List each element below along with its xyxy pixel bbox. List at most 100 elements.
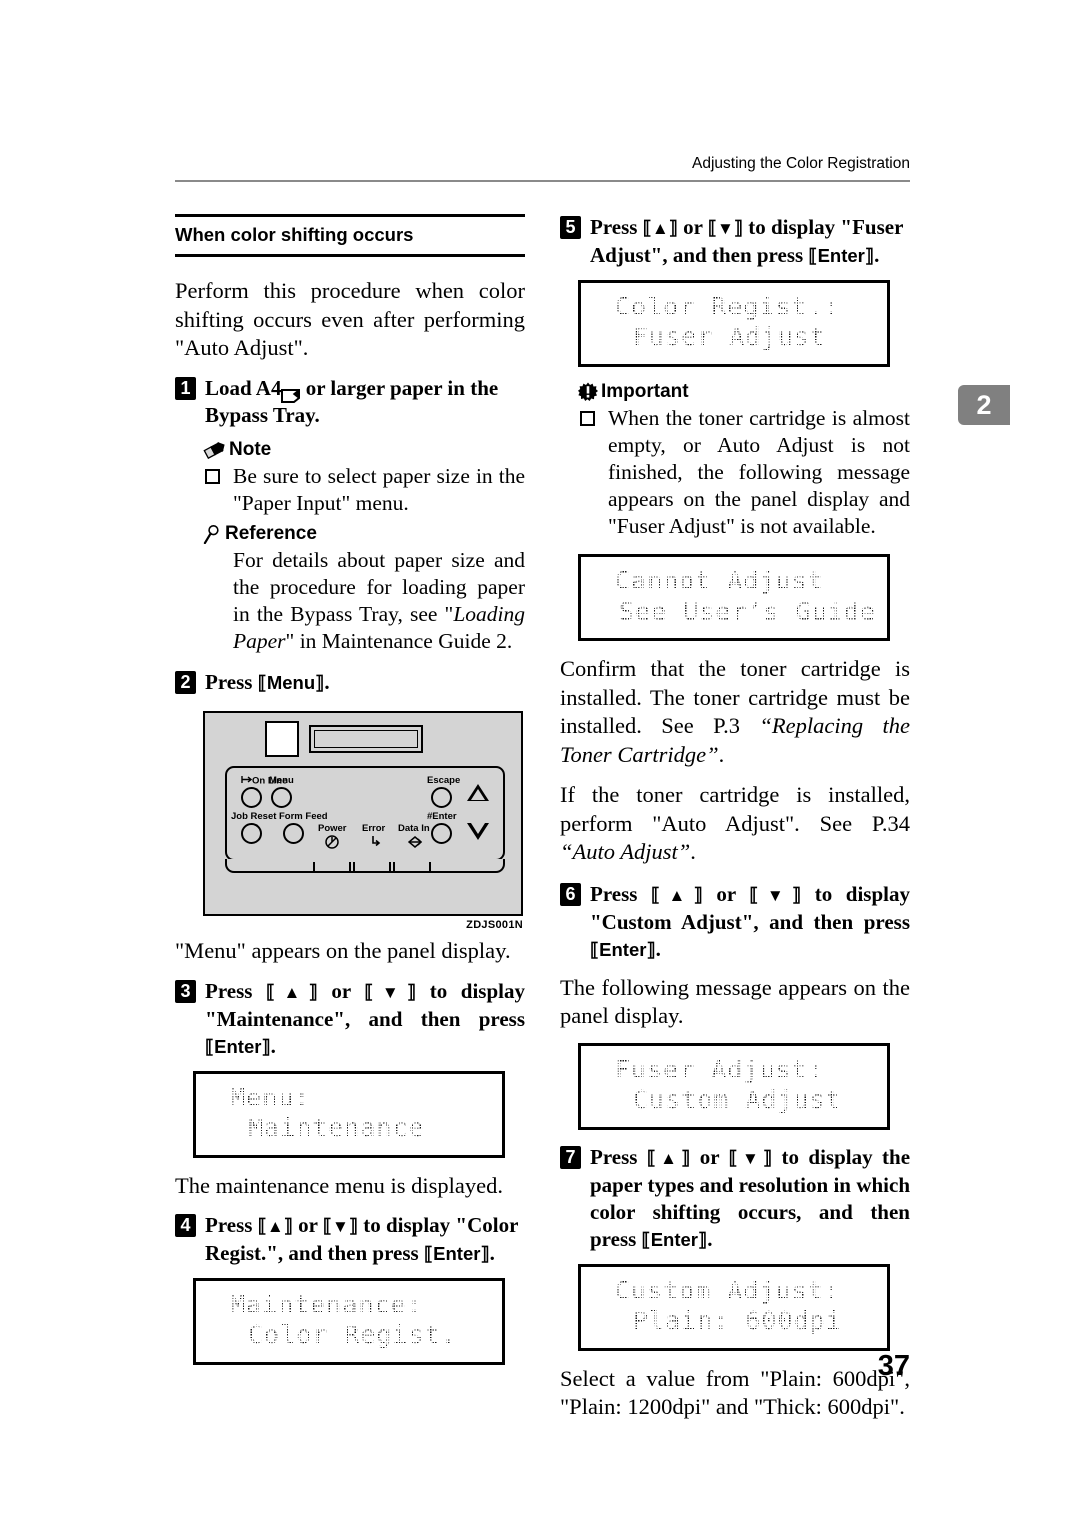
important-block: Important When the toner cartridge is al… (578, 381, 910, 540)
note-title-row: Note (203, 439, 525, 461)
if-italic: “Auto Adjust” (560, 839, 691, 865)
lcd-line-1: Color Regist.: (615, 291, 840, 321)
chapter-tab: 2 (958, 385, 1010, 425)
step-number: 6 (560, 883, 581, 907)
enter-keycap: ⟦Enter⟧ (205, 1035, 271, 1058)
up-keycap: ⟦▲⟧ (642, 219, 678, 239)
data-diamond-icon (407, 835, 424, 854)
paragraph-if-installed: If the toner cartridge is installed, per… (560, 781, 910, 867)
step-number: 4 (175, 1214, 196, 1238)
step-5: 5 Press ⟦▲⟧ or ⟦▼⟧ to display "Fuser Adju… (560, 214, 910, 270)
up-arrow-icon: ▲ (275, 982, 309, 1002)
down-keycap: ⟦▼⟧ (322, 1217, 358, 1238)
note-title: Note (229, 438, 272, 460)
menu-button[interactable] (265, 721, 299, 758)
step-number: 3 (175, 979, 196, 1003)
down-keycap: ⟦▼⟧ (728, 1148, 773, 1169)
step-4: 4 Press ⟦▲⟧ or ⟦▼⟧ to display "Color Regi… (175, 1212, 525, 1268)
important-bullet-text: When the toner cartridge is almost empty… (608, 405, 910, 539)
reference-title: Reference (225, 523, 317, 544)
lcd-fuser-custom: Fuser Adjust: Custom Adjust (578, 1042, 890, 1130)
up-keycap: ⟦▲⟧ (257, 1217, 293, 1238)
enter-key-label: Enter (817, 244, 865, 266)
step-6-result: The following message appears on the pan… (560, 974, 910, 1029)
important-title: Important (601, 380, 689, 402)
reference-title-row: Reference (203, 523, 525, 545)
step-3-text-after: . (270, 1033, 276, 1058)
lcd-line-2: Color Regist. (248, 1320, 457, 1350)
down-arrow-icon: ▼ (758, 886, 792, 906)
lcd-maintenance-color-regist: Maintenance: Color Regist. (193, 1277, 505, 1365)
figure-caption: ZDJS001N (466, 919, 523, 932)
reference-text-part2: " in Maintenance Guide 2. (285, 629, 513, 654)
step-5-text-before: Press (590, 215, 643, 239)
down-keycap: ⟦▼⟧ (749, 886, 802, 907)
enter-key-label: Enter (599, 938, 647, 960)
page-number: 37 (877, 1350, 910, 1382)
lcd-line-1: Menu: (230, 1082, 311, 1112)
lcd-cannot-adjust: Cannot Adjust See User’s Guide (578, 554, 890, 642)
down-keycap: ⟦▼⟧ (364, 982, 417, 1003)
left-column: When color shifting occurs Perform this … (175, 214, 525, 1379)
step-5-or: or (677, 215, 708, 239)
step-2: 2 Press ⟦Menu⟧. (175, 669, 525, 697)
step-2-text-before: Press (205, 670, 258, 695)
enter-key-label: Enter (433, 1242, 481, 1264)
up-arrow-icon: ▲ (660, 886, 694, 906)
step-2-text-after: . (324, 670, 330, 695)
up-keycap: ⟦▲⟧ (651, 886, 703, 907)
confirm-part2: . (718, 741, 725, 767)
down-keycap: ⟦▼⟧ (707, 219, 743, 239)
enter-keycap: ⟦Enter⟧ (590, 938, 656, 961)
enter-label: #Enter (427, 811, 457, 823)
triangle-down-inner (470, 823, 485, 835)
step-number: 2 (175, 671, 196, 695)
on-line-arrow-icon (241, 776, 253, 784)
lcd-line-1: Fuser Adjust: (615, 1054, 824, 1084)
step-number: 1 (175, 376, 196, 400)
down-arrow-icon: ▼ (331, 1217, 349, 1237)
lcd-custom-adjust-plain: Custom Adjust: Plain: 600dpi (578, 1263, 890, 1351)
error-bolt-icon (369, 835, 381, 854)
error-label: Error (362, 823, 386, 835)
job-reset-label: Job Reset (231, 811, 277, 823)
important-burst-icon (578, 382, 598, 402)
lcd-line-1: Cannot Adjust (615, 566, 824, 596)
step-1-text-before: Load A4 (205, 375, 282, 400)
lcd-line-2: Plain: 600dpi (633, 1306, 842, 1336)
step-1: 1 Load A4 or larger paper in the Bypass T… (175, 375, 525, 429)
panel-slot (313, 862, 351, 874)
enter-key-label: Enter (650, 1228, 699, 1250)
step-2-result: "Menu" appears on the panel display. (175, 938, 511, 964)
up-arrow-icon: ▲ (651, 219, 669, 238)
note-bullet-text: Be sure to select paper size in the "Pap… (233, 463, 525, 515)
reference-text: For details about paper size and the pro… (203, 547, 525, 655)
step-7-text-before: Press (590, 1144, 647, 1169)
up-keycap: ⟦▲⟧ (266, 982, 318, 1003)
note-bullet: Be sure to select paper size in the "Pap… (203, 463, 525, 517)
bullet-square-icon (205, 468, 220, 484)
step-3-text-before: Press (205, 978, 266, 1003)
power-label: Power (318, 823, 347, 835)
step-6-or: or (702, 882, 750, 907)
important-title-row: Important (578, 381, 910, 403)
if-part2: . (690, 839, 696, 865)
power-symbol-icon (325, 835, 339, 854)
enter-keycap: ⟦Enter⟧ (808, 244, 875, 267)
document-page: Adjusting the Color Registration 2 When … (0, 0, 1080, 1528)
step-number: 5 (560, 216, 581, 239)
lcd-line-2: Fuser Adjust (633, 322, 826, 352)
magnifier-icon (203, 524, 222, 545)
step-4-text-before: Press (205, 1213, 258, 1238)
lcd-line-1: Custom Adjust: (615, 1275, 840, 1305)
panel-slot (393, 862, 431, 874)
pencil-icon (203, 440, 226, 460)
lcd-line-2: See User’s Guide (619, 596, 876, 626)
lcd-color-regist-fuser: Color Regist.: Fuser Adjust (578, 279, 890, 367)
lcd-line-2: Custom Adjust (633, 1085, 842, 1115)
up-arrow-icon: ▲ (656, 1148, 682, 1168)
step-7-text-after: . (707, 1226, 713, 1251)
lcd-line-2: Maintenance (248, 1113, 425, 1143)
down-arrow-icon: ▼ (737, 1148, 763, 1168)
up-keycap: ⟦▲⟧ (646, 1148, 691, 1169)
